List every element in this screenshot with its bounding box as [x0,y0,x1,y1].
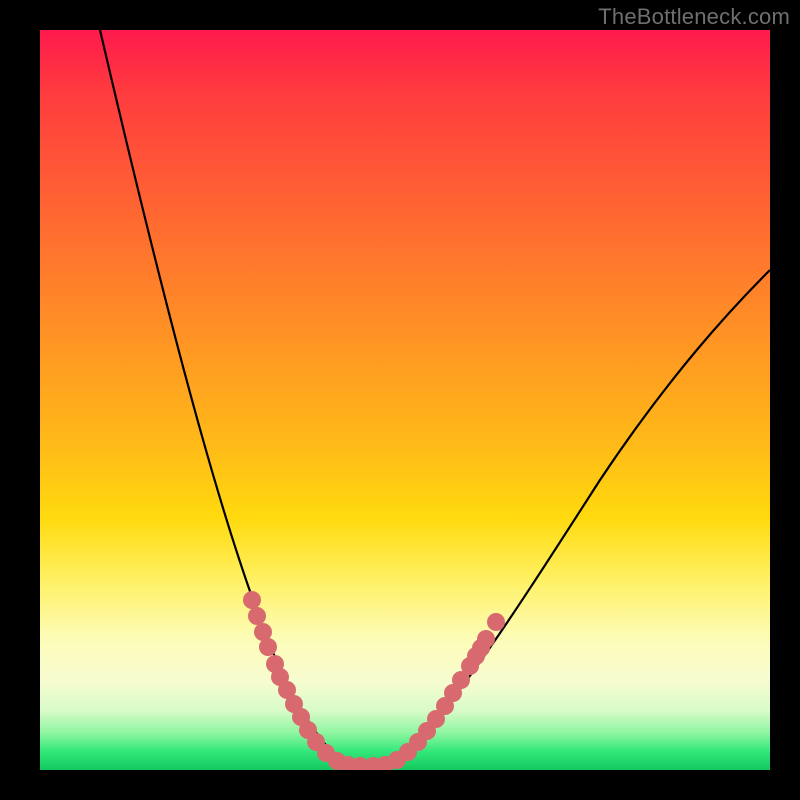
scatter-point [487,613,505,631]
scatter-point [243,591,261,609]
scatter-point [259,638,277,656]
bottleneck-curve [40,30,770,770]
scatter-point [467,647,485,665]
curve-left-arm [100,30,350,765]
scatter-point [477,630,495,648]
chart-frame: TheBottleneck.com [0,0,800,800]
scatter-point [248,607,266,625]
plot-area [40,30,770,770]
watermark-text: TheBottleneck.com [598,4,790,30]
